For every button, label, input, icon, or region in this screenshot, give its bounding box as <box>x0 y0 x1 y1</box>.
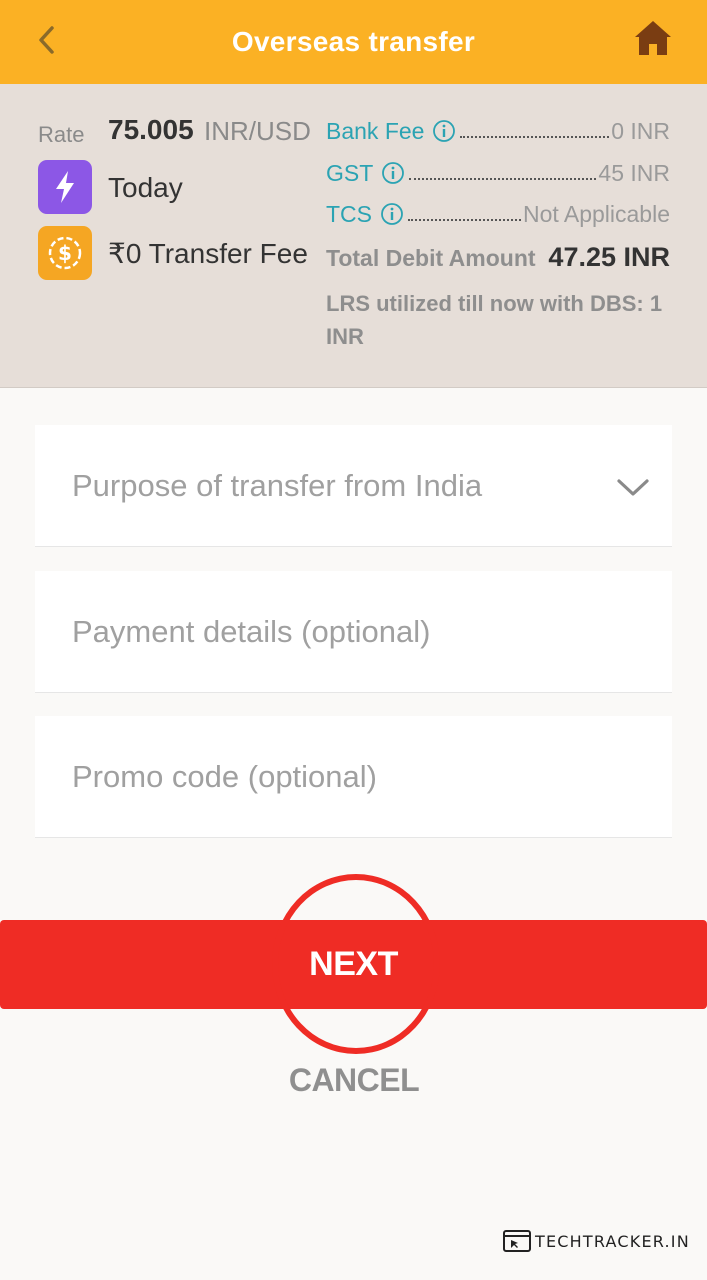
transfer-fee-text: ₹0 Transfer Fee <box>108 238 308 269</box>
dollar-coin-icon: $ <box>38 226 92 280</box>
bank-fee-row: Bank Fee 0 INR <box>326 116 670 146</box>
tcs-row: TCS Not Applicable <box>326 199 670 229</box>
gst-label: GST <box>326 159 374 186</box>
payment-details-placeholder: Payment details (optional) <box>72 613 431 649</box>
info-icon[interactable] <box>380 202 404 226</box>
browser-window-icon <box>503 1230 531 1252</box>
svg-text:$: $ <box>58 241 72 265</box>
next-button-label: NEXT <box>309 945 398 983</box>
bank-fee-value: 0 INR <box>611 117 670 144</box>
cancel-button[interactable]: CANCEL <box>254 1056 454 1104</box>
total-debit-value: 47.25 INR <box>548 242 670 272</box>
cancel-button-label: CANCEL <box>288 1061 420 1098</box>
home-button[interactable] <box>629 14 677 62</box>
info-icon[interactable] <box>432 119 456 143</box>
rate-value: 75.005 <box>108 114 194 145</box>
info-icon[interactable] <box>381 161 405 185</box>
lrs-utilized-text: LRS utilized till now with DBS: 1 INR <box>326 291 663 349</box>
lightning-bolt-icon <box>38 160 92 214</box>
next-button[interactable]: NEXT <box>0 920 707 1009</box>
tcs-label: TCS <box>326 200 372 227</box>
bank-fee-label: Bank Fee <box>326 117 425 144</box>
chevron-left-icon <box>39 26 54 54</box>
dotted-leader <box>460 136 610 138</box>
dotted-leader <box>408 219 521 221</box>
dotted-leader <box>409 178 597 180</box>
promo-code-placeholder: Promo code (optional) <box>72 758 377 794</box>
payment-details-input[interactable]: Payment details (optional) <box>35 571 672 693</box>
delivery-speed: Today <box>108 172 183 203</box>
purpose-placeholder: Purpose of transfer from India <box>72 467 483 503</box>
watermark: TECHTRACKER.IN <box>503 1230 690 1252</box>
page-title: Overseas transfer <box>231 26 476 57</box>
gst-row: GST 45 INR <box>326 158 670 188</box>
watermark-text: TECHTRACKER.IN <box>535 1231 690 1251</box>
chevron-down-icon <box>617 479 649 496</box>
rate-unit: INR/USD <box>204 116 311 146</box>
gst-value: 45 INR <box>598 159 670 186</box>
total-debit-row: Total Debit Amount 47.25 INR <box>326 242 670 273</box>
rate-label: Rate <box>38 122 85 147</box>
app-header: Overseas transfer <box>0 0 707 84</box>
total-debit-label: Total Debit Amount <box>326 245 536 271</box>
back-button[interactable] <box>24 18 68 62</box>
purpose-dropdown[interactable]: Purpose of transfer from India <box>35 425 672 547</box>
promo-code-input[interactable]: Promo code (optional) <box>35 716 672 838</box>
overseas-transfer-screen: Overseas transfer Rate 75.005 INR/USD To… <box>0 0 707 1280</box>
home-icon <box>635 21 671 55</box>
tcs-value: Not Applicable <box>522 200 670 227</box>
